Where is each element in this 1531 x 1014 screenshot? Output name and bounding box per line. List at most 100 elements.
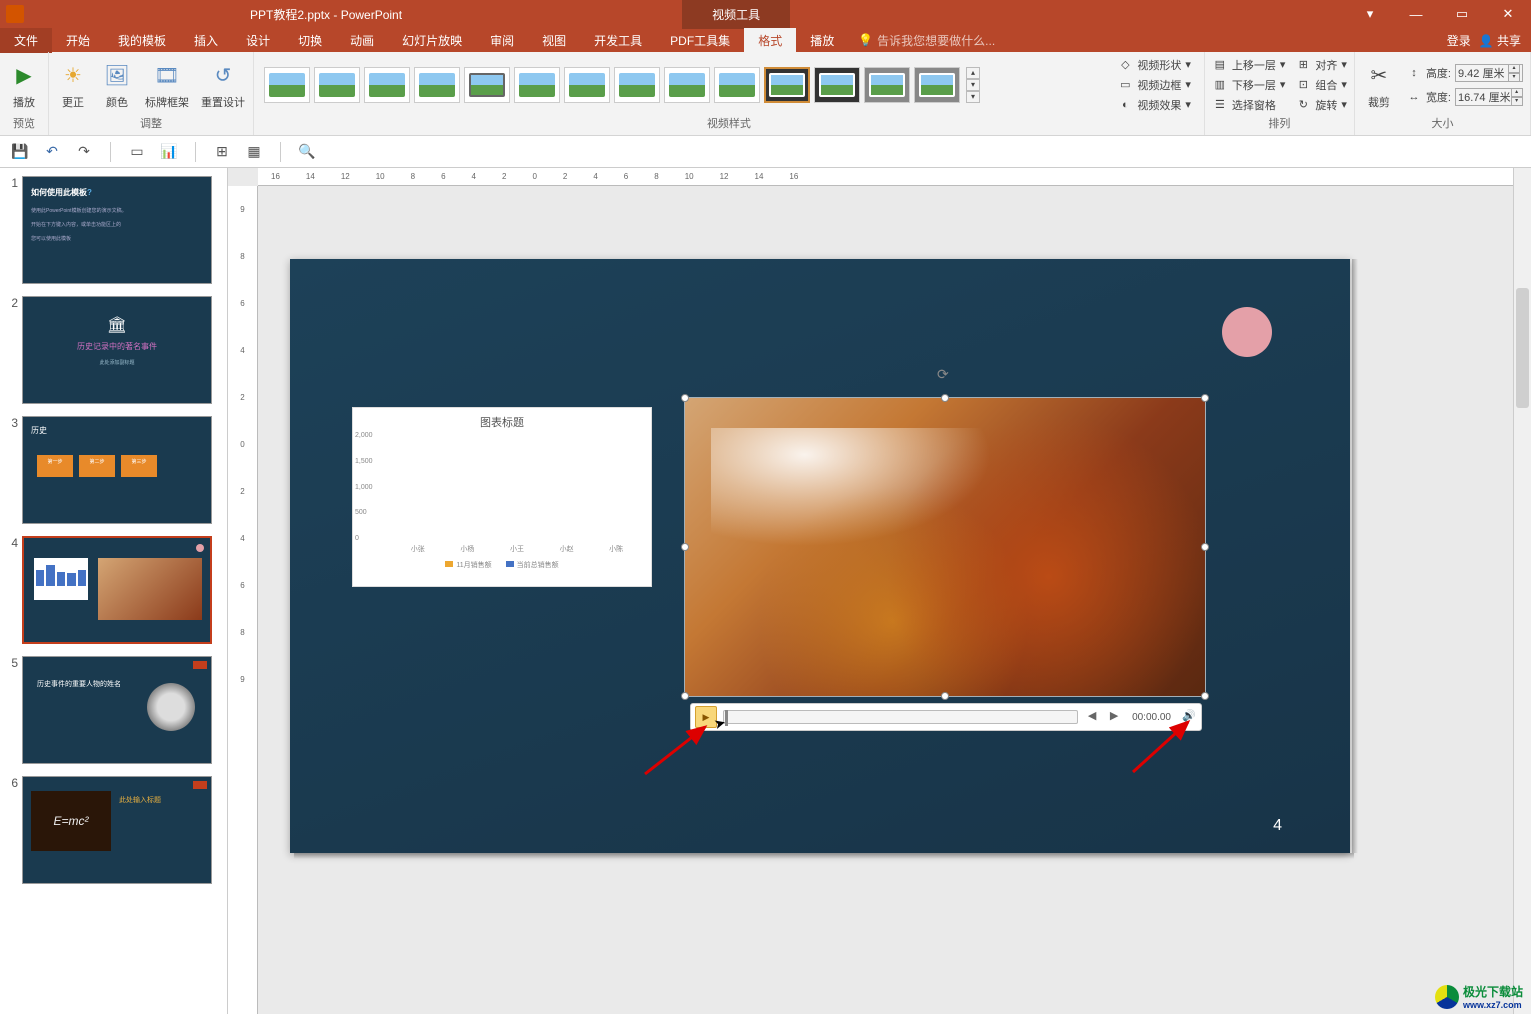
slide-canvas[interactable]: 4 图表标题 2,0001,5001,0005000 小张小杨小王小赵小陈 11…	[290, 259, 1350, 853]
height-input[interactable]: 9.42 厘米▴▾	[1455, 64, 1523, 82]
reset-design-button[interactable]: ↺重置设计	[197, 58, 249, 112]
rotate-button[interactable]: ↻旋转 ▾	[1292, 96, 1350, 114]
style-thumb[interactable]	[614, 67, 660, 103]
qat-btn-2[interactable]: 📊	[157, 140, 181, 164]
tell-me-search[interactable]: 💡 告诉我您想要做什么...	[858, 32, 995, 49]
undo-button[interactable]: ↶	[40, 140, 64, 164]
tab-developer[interactable]: 开发工具	[580, 28, 656, 53]
style-thumb[interactable]	[714, 67, 760, 103]
width-input[interactable]: 16.74 厘米▴▾	[1455, 88, 1523, 106]
minimize-button[interactable]: —	[1393, 0, 1439, 28]
canvas-area[interactable]: 4 图表标题 2,0001,5001,0005000 小张小杨小王小赵小陈 11…	[258, 186, 1513, 1014]
slide-number: 1	[4, 176, 18, 284]
tab-animation[interactable]: 动画	[336, 28, 388, 53]
send-backward-icon: ▥	[1212, 78, 1228, 92]
color-button[interactable]: 🖼颜色	[97, 58, 137, 112]
shape-icon: ◇	[1117, 58, 1133, 72]
video-border-button[interactable]: ▭视频边框 ▾	[1114, 76, 1194, 94]
group-button[interactable]: ⊡组合 ▾	[1292, 76, 1350, 94]
gallery-scroll[interactable]: ▴▾▾	[966, 67, 980, 103]
slide-thumbnail-1[interactable]: 如何使用此模板? 使用此PowerPoint模板创建您的演示文稿。 开始在下方键…	[22, 176, 212, 284]
crop-button[interactable]: ✂裁剪	[1359, 58, 1399, 112]
resize-handle[interactable]	[1201, 394, 1209, 402]
style-thumb[interactable]	[864, 67, 910, 103]
video-style-gallery[interactable]: ▴▾▾	[258, 55, 986, 115]
slide-thumbnail-3[interactable]: 历史 第一步第二步第三步	[22, 416, 212, 524]
restore-button[interactable]: ▭	[1439, 0, 1485, 28]
align-icon: ⊞	[1295, 58, 1311, 72]
qat-btn-4[interactable]: ▦	[242, 140, 266, 164]
style-thumb[interactable]	[814, 67, 860, 103]
tab-home[interactable]: 开始	[52, 28, 104, 53]
resize-handle[interactable]	[1201, 543, 1209, 551]
redo-button[interactable]: ↷	[72, 140, 96, 164]
style-thumb[interactable]	[514, 67, 560, 103]
vertical-ruler: 98642024689	[228, 186, 258, 1014]
style-thumb[interactable]	[264, 67, 310, 103]
video-effects-button[interactable]: ◐视频效果 ▾	[1114, 96, 1194, 114]
style-thumb[interactable]	[314, 67, 360, 103]
tab-file[interactable]: 文件	[0, 28, 52, 53]
corrections-button[interactable]: ☀更正	[53, 58, 93, 112]
bring-forward-button[interactable]: ▤上移一层 ▾	[1209, 56, 1289, 74]
video-shape-button[interactable]: ◇视频形状 ▾	[1114, 56, 1194, 74]
style-thumb[interactable]	[914, 67, 960, 103]
style-thumb[interactable]	[364, 67, 410, 103]
poster-frame-button[interactable]: 🎞标牌框架	[141, 58, 193, 112]
resize-handle[interactable]	[681, 394, 689, 402]
resize-handle[interactable]	[1201, 692, 1209, 700]
slide-thumbnail-5[interactable]: 历史事件的重要人物的姓名	[22, 656, 212, 764]
video-step-back-button[interactable]: ◀	[1084, 709, 1100, 725]
send-backward-button[interactable]: ▥下移一层 ▾	[1209, 76, 1289, 94]
vertical-scrollbar[interactable]	[1513, 168, 1531, 1014]
share-button[interactable]: 👤 共享	[1479, 32, 1521, 49]
selection-pane-button[interactable]: ☰选择窗格	[1209, 96, 1289, 114]
tab-transition[interactable]: 切换	[284, 28, 336, 53]
video-seek-bar[interactable]	[723, 710, 1078, 724]
tab-format[interactable]: 格式	[744, 28, 796, 53]
resize-handle[interactable]	[681, 543, 689, 551]
picture-icon: 🖼	[101, 60, 133, 92]
resize-handle[interactable]	[681, 692, 689, 700]
style-thumb[interactable]	[664, 67, 710, 103]
slide-editor[interactable]: 1614121086420246810121416 98642024689 4 …	[228, 168, 1531, 1014]
qat-btn-1[interactable]: ▭	[125, 140, 149, 164]
embedded-chart[interactable]: 图表标题 2,0001,5001,0005000 小张小杨小王小赵小陈 11月销…	[352, 407, 652, 587]
slide-thumbnails-panel[interactable]: 1 如何使用此模板? 使用此PowerPoint模板创建您的演示文稿。 开始在下…	[0, 168, 228, 1014]
ribbon: ▶ 播放 预览 ☀更正 🖼颜色 🎞标牌框架 ↺重置设计 调整	[0, 52, 1531, 136]
video-placeholder-selected[interactable]: ⟳	[684, 397, 1206, 697]
tab-insert[interactable]: 插入	[180, 28, 232, 53]
tab-pdf[interactable]: PDF工具集	[656, 28, 744, 53]
qat-btn-3[interactable]: ⊞	[210, 140, 234, 164]
tell-me-placeholder: 告诉我您想要做什么...	[877, 32, 995, 49]
sun-icon: ☀	[57, 60, 89, 92]
style-thumb[interactable]	[564, 67, 610, 103]
chart-x-axis: 小张小杨小王小赵小陈	[353, 542, 651, 554]
style-thumb[interactable]	[464, 67, 510, 103]
tab-review[interactable]: 审阅	[476, 28, 528, 53]
style-thumb-selected[interactable]	[764, 67, 810, 103]
close-button[interactable]: ✕	[1485, 0, 1531, 28]
play-button[interactable]: ▶ 播放	[4, 58, 44, 112]
tab-design[interactable]: 设计	[232, 28, 284, 53]
video-control-bar[interactable]: ▶ ◀ ▶ 00:00.00 🔊	[690, 703, 1202, 731]
tab-templates[interactable]: 我的模板	[104, 28, 180, 53]
tab-view[interactable]: 视图	[528, 28, 580, 53]
rotate-handle-icon[interactable]: ⟳	[937, 366, 949, 383]
qat-btn-5[interactable]: 🔍	[295, 140, 319, 164]
sign-in-link[interactable]: 登录	[1447, 32, 1471, 49]
video-volume-button[interactable]: 🔊	[1181, 709, 1197, 725]
slide-thumbnail-6[interactable]: E=mc² 此处输入标题	[22, 776, 212, 884]
slide-thumbnail-2[interactable]: 🏛 历史记录中的著名事件 此处添加副标题	[22, 296, 212, 404]
slide-thumbnail-4-selected[interactable]	[22, 536, 212, 644]
resize-handle[interactable]	[941, 692, 949, 700]
tab-playback[interactable]: 播放	[796, 28, 848, 53]
video-step-fwd-button[interactable]: ▶	[1106, 709, 1122, 725]
align-button[interactable]: ⊞对齐 ▾	[1292, 56, 1350, 74]
save-button[interactable]: 💾	[8, 140, 32, 164]
style-thumb[interactable]	[414, 67, 460, 103]
ribbon-display-options[interactable]: ▾	[1347, 0, 1393, 28]
main-area: 1 如何使用此模板? 使用此PowerPoint模板创建您的演示文稿。 开始在下…	[0, 168, 1531, 1014]
tab-slideshow[interactable]: 幻灯片放映	[388, 28, 476, 53]
resize-handle[interactable]	[941, 394, 949, 402]
